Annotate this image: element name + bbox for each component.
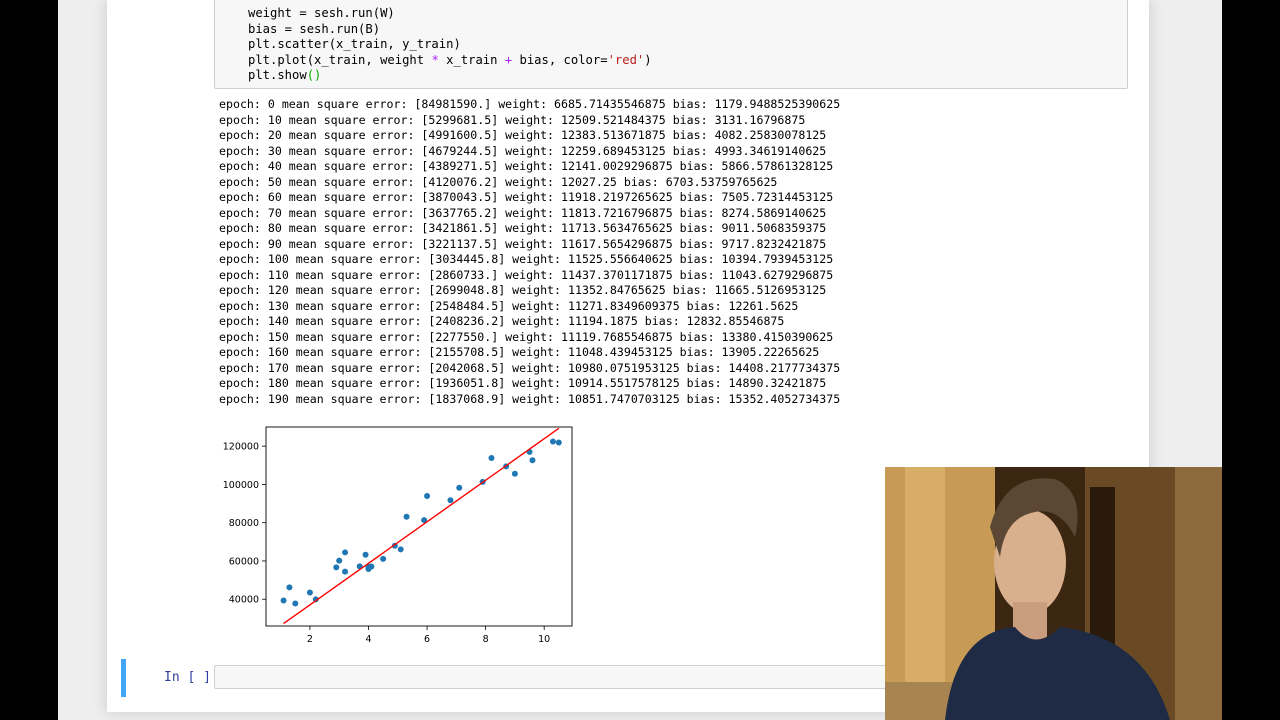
code-token: bias, color=	[512, 52, 608, 67]
output-line: epoch: 20 mean square error: [4991600.5]…	[219, 128, 827, 142]
scatter-point	[286, 584, 293, 591]
video-letterbox-right	[1222, 0, 1280, 720]
scatter-point	[488, 454, 495, 461]
output-line: epoch: 50 mean square error: [4120076.2]…	[219, 174, 778, 189]
scatter-point	[342, 568, 349, 575]
output-line: epoch: 150 mean square error: [2277550.]…	[219, 329, 834, 344]
code-lines: weight = sesh.run(W) bias = sesh.run(B) pl…	[248, 6, 652, 84]
scatter-point	[447, 497, 454, 504]
code-line: plt.show()	[248, 68, 652, 84]
scatter-point	[549, 438, 556, 445]
output-line: epoch: 10 mean square error: [5299681.5]…	[219, 112, 806, 127]
output-line: epoch: 160 mean square error: [2155708.5…	[219, 345, 820, 359]
code-token: bias = sesh.run(B)	[248, 21, 381, 36]
code-token: )	[644, 52, 652, 67]
code-token: 'red'	[607, 52, 645, 67]
code-line: plt.scatter(x_train, y_train)	[248, 37, 652, 53]
scatter-point	[529, 457, 536, 464]
scatter-point	[368, 563, 375, 570]
scatter-point	[292, 600, 299, 607]
scatter-point	[336, 557, 343, 564]
output-line: epoch: 180 mean square error: [1936051.8…	[219, 376, 827, 390]
output-line: epoch: 40 mean square error: [4389271.5]…	[219, 159, 834, 173]
code-line: weight = sesh.run(W)	[248, 6, 652, 22]
output-line: epoch: 190 mean square error: [1837068.9…	[219, 391, 841, 406]
output-line: epoch: 100 mean square error: [3034445.8…	[219, 252, 834, 266]
code-cell-editor[interactable]: weight = sesh.run(W) bias = sesh.run(B) pl…	[214, 0, 1128, 89]
x-tick-label: 2	[307, 634, 313, 645]
scatter-point	[362, 551, 369, 558]
output-line: epoch: 70 mean square error: [3637765.2]…	[219, 205, 827, 220]
output-line: epoch: 130 mean square error: [2548484.5…	[219, 298, 799, 313]
scatter-point	[342, 549, 349, 556]
output-line: epoch: 30 mean square error: [4679244.5]…	[219, 143, 827, 158]
empty-input-cell[interactable]: In [ ]:	[121, 659, 904, 697]
scatter-point	[333, 564, 340, 571]
scatter-point	[280, 597, 287, 604]
scatter-point	[403, 513, 410, 520]
scatter-point	[424, 492, 431, 499]
output-line: epoch: 110 mean square error: [2860733.]…	[219, 267, 834, 282]
scatter-point	[380, 555, 387, 562]
x-tick-label: 8	[483, 634, 489, 645]
y-tick-label: 100000	[223, 480, 259, 491]
output-line: epoch: 0 mean square error: [84981590.] …	[219, 97, 841, 111]
webcam-presenter-image	[885, 467, 1222, 720]
input-cell-editor[interactable]	[214, 665, 904, 689]
scatter-point	[511, 470, 518, 477]
output-line: epoch: 140 mean square error: [2408236.2…	[219, 314, 785, 328]
code-token: x_train	[438, 52, 505, 67]
x-tick-label: 4	[365, 634, 371, 645]
output-line: epoch: 80 mean square error: [3421861.5]…	[219, 221, 827, 235]
code-token: *	[431, 52, 439, 67]
video-letterbox-left	[0, 0, 58, 720]
output-line: epoch: 60 mean square error: [3870043.5]…	[219, 190, 834, 204]
scatter-point	[306, 589, 313, 596]
y-tick-label: 80000	[229, 518, 259, 529]
scatter-plot-figure: 2 4 6 8 10 40000 60000 80000 100000 120000	[223, 426, 573, 645]
webcam-overlay	[885, 467, 1222, 720]
cell-output-text: epoch: 0 mean square error: [84981590.] …	[219, 97, 840, 407]
output-line: epoch: 90 mean square error: [3221137.5]…	[219, 236, 827, 251]
code-token: weight = sesh.run(W)	[248, 6, 395, 20]
code-line: bias = sesh.run(B)	[248, 22, 652, 38]
code-token: ()	[306, 68, 322, 82]
input-prompt: In [ ]:	[164, 670, 219, 685]
plot-axes-frame	[265, 426, 573, 627]
output-line: epoch: 170 mean square error: [2042068.5…	[219, 360, 841, 375]
code-token: plt.scatter(x_train, y_train)	[248, 37, 461, 51]
x-tick-label: 10	[538, 634, 550, 645]
code-token: plt.show	[248, 68, 307, 82]
y-tick-label: 40000	[229, 595, 259, 606]
output-line: epoch: 120 mean square error: [2699048.8…	[219, 283, 827, 297]
scatter-point	[397, 546, 404, 553]
code-line: plt.plot(x_train, weight * x_train + bia…	[248, 53, 652, 69]
code-token: plt.plot(x_train, weight	[248, 52, 432, 67]
scatter-point	[555, 439, 562, 446]
scatter-point	[456, 484, 463, 491]
x-tick-label: 6	[424, 634, 430, 645]
y-tick-label: 120000	[223, 442, 259, 453]
y-tick-label: 60000	[229, 556, 259, 567]
